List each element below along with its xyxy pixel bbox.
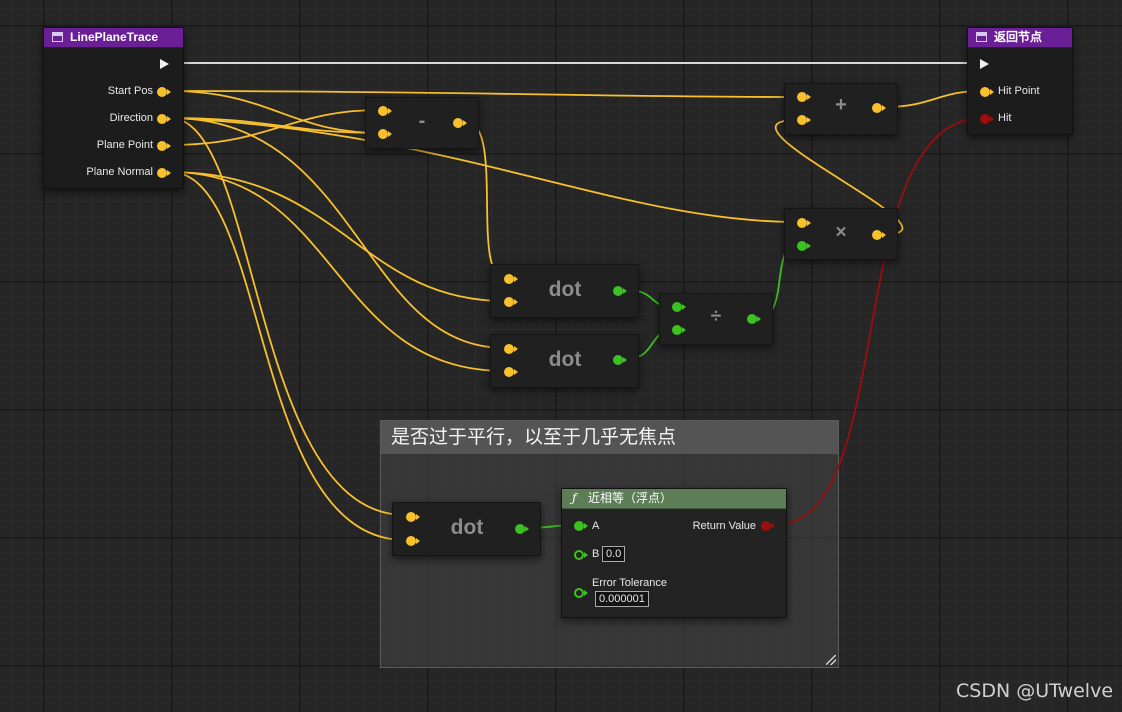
wire-planepoint-dot2 [170,145,505,300]
subtract-b-pin[interactable] [378,129,392,139]
nearly-equal-return-label: Return Value [692,520,756,532]
return-node-title: 返回节点 [994,30,1043,44]
comment-title[interactable]: 是否过于平行，以至于几乎无焦点 [381,421,838,454]
divide-out-pin[interactable] [747,314,761,324]
wire-planenormal-dot1 [169,171,506,302]
add-op-label: + [835,94,847,116]
dot-node-2[interactable]: dot [490,334,639,388]
function-icon [52,32,63,42]
wire-direction-sub [169,117,381,134]
multiply-node[interactable]: × [784,208,898,260]
subtract-out-pin[interactable] [453,118,467,128]
nearly-equal-b-input[interactable]: 0.0 [602,546,626,562]
dot2-b-pin[interactable] [504,367,518,377]
wire-planenormal-dot3 [169,171,406,541]
function-icon [976,32,987,42]
nearly-equal-return-pin[interactable] [761,521,775,531]
divide-node[interactable]: ÷ [659,293,773,345]
dot-node-3[interactable]: dot [392,502,541,556]
multiply-a-pin[interactable] [797,218,811,228]
plane-normal-pin[interactable] [157,168,171,178]
multiply-op-label: × [835,222,847,243]
hit-pin[interactable] [980,114,994,124]
divide-a-pin[interactable] [672,302,686,312]
pin-label-plane-normal: Plane Normal [86,166,153,178]
wire-direction-dot3 [169,117,406,516]
line-plane-trace-node[interactable]: LinePlaneTrace Start Pos Direction Plane… [43,27,184,189]
multiply-out-pin[interactable] [872,230,886,240]
dot1-b-pin[interactable] [504,297,518,307]
pin-label-plane-point: Plane Point [96,139,153,151]
start-pos-pin[interactable] [157,87,171,97]
wire-startpos-add [169,90,798,98]
wire-planepoint-sub [169,109,381,146]
dot1-label: dot [548,278,582,301]
plane-point-pin[interactable] [157,141,171,151]
hit-point-pin[interactable] [980,87,994,97]
dot2-out-pin[interactable] [613,355,627,365]
wire-planenormal-dot2 [169,171,506,372]
dot3-label: dot [450,516,484,539]
function-f-icon: ƒ [572,491,577,505]
return-node[interactable]: 返回节点 Hit Point Hit [967,27,1073,135]
nearly-equal-a-label: A [592,520,600,532]
pin-label-hit-point: Hit Point [998,85,1040,97]
pin-label-hit: Hit [998,112,1012,124]
nearly-equal-b-label: B [592,548,600,560]
line-plane-trace-header[interactable]: LinePlaneTrace [44,28,183,48]
divide-op-label: ÷ [710,306,722,327]
add-node[interactable]: + [784,83,898,135]
subtract-a-pin[interactable] [378,106,392,116]
nearly-equal-tolerance-pin[interactable] [574,588,588,598]
dot3-out-pin[interactable] [515,524,529,534]
wire-startpos-sub [169,90,381,134]
add-out-pin[interactable] [872,103,886,113]
nearly-equal-a-pin[interactable] [574,521,588,531]
dot2-label: dot [548,348,582,371]
subtract-op-label: - [418,110,426,132]
watermark: CSDN @UTwelve [956,680,1114,702]
exec-in-pin[interactable] [980,59,989,69]
multiply-b-pin[interactable] [797,241,811,251]
nearly-equal-tolerance-input[interactable]: 0.000001 [595,591,649,607]
dot1-a-pin[interactable] [504,274,518,284]
dot1-out-pin[interactable] [613,286,627,296]
dot-node-1[interactable]: dot [490,264,639,318]
wire-direction-mul [169,117,798,223]
nearly-equal-header[interactable]: ƒ 近相等（浮点） [562,489,786,509]
nearly-equal-title: 近相等（浮点） [588,491,673,505]
direction-pin[interactable] [157,114,171,124]
nearly-equal-b-pin[interactable] [574,550,588,560]
add-a-pin[interactable] [797,92,811,102]
nearly-equal-node[interactable]: ƒ 近相等（浮点） A Return Value B 0.0 Error Tol… [561,488,787,618]
pin-label-start-pos: Start Pos [107,85,153,97]
dot3-a-pin[interactable] [406,512,420,522]
pin-label-direction: Direction [109,112,153,124]
wire-direction-dot2 [169,117,506,349]
return-node-header[interactable]: 返回节点 [968,28,1072,48]
exec-out-pin[interactable] [160,59,169,69]
comment-resize-handle[interactable] [826,655,836,665]
dot3-b-pin[interactable] [406,536,420,546]
line-plane-trace-title: LinePlaneTrace [70,30,159,44]
add-b-pin[interactable] [797,115,811,125]
nearly-equal-tolerance-label: Error Tolerance [592,577,667,589]
wire-add-hitpoint [885,90,981,108]
dot2-a-pin[interactable] [504,344,518,354]
subtract-node[interactable]: - [365,97,479,149]
divide-b-pin[interactable] [672,325,686,335]
